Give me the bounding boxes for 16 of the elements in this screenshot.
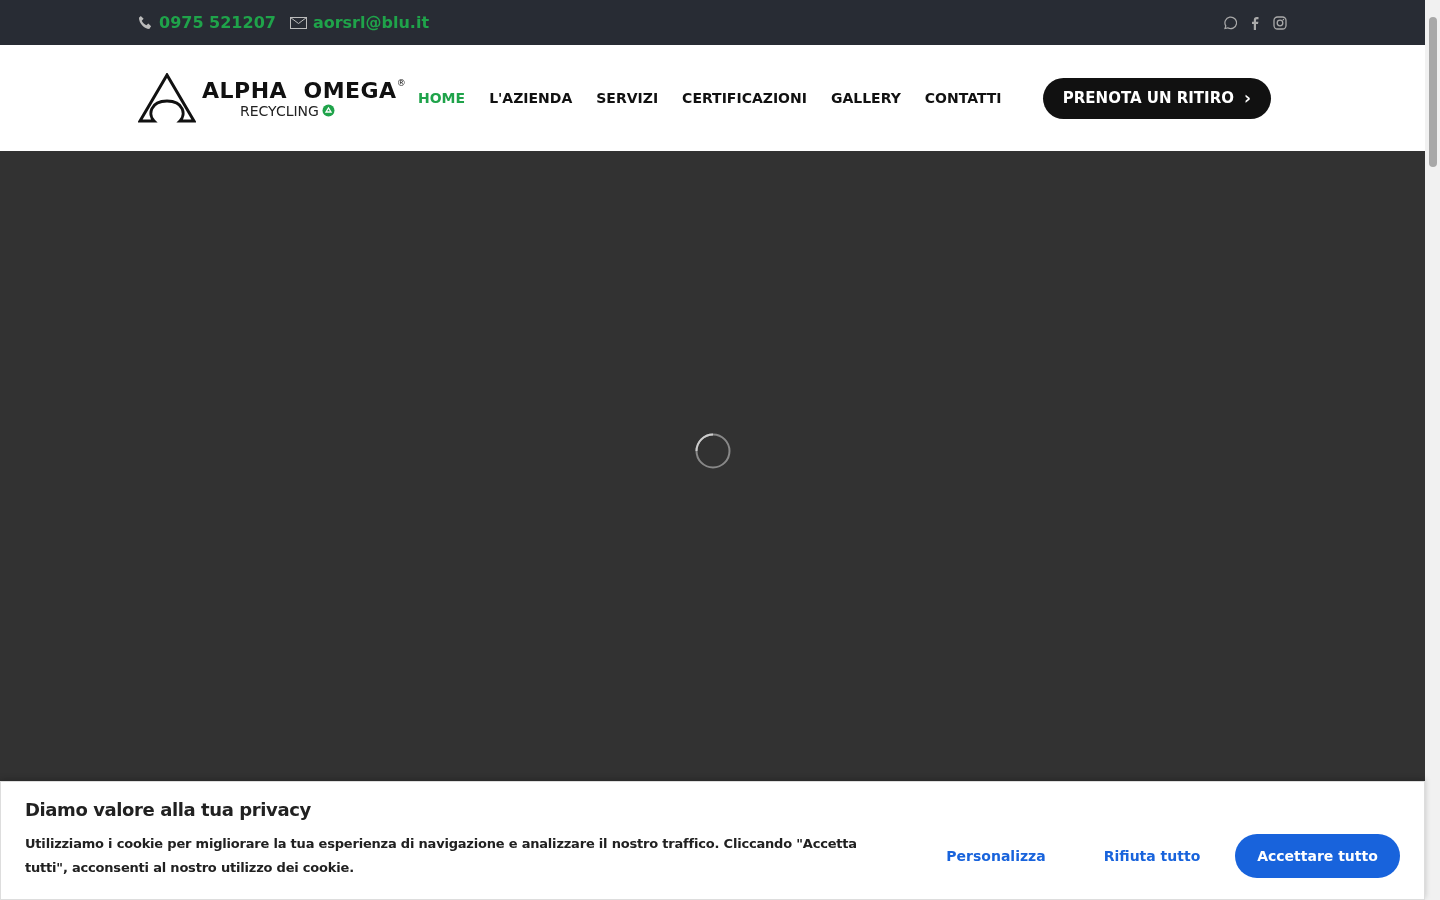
book-pickup-button[interactable]: PRENOTA UN RITIRO › (1042, 77, 1271, 119)
nav-link[interactable]: L'AZIENDA (489, 90, 573, 106)
nav-link[interactable]: GALLERY (830, 90, 901, 106)
cookie-text: Utilizziamo i cookie per migliorare la tua esperienza di navigazione e analizzare il nostro traffico. Cliccando "Accetta tutti", acconsenti al nostro utilizzo dei cookie. (25, 835, 858, 877)
cookie-option-link[interactable]: Personalizza (923, 834, 1069, 878)
logo-tagline: RECYCLING (240, 102, 319, 119)
cookie-title: Diamo valore alla tua privacy (25, 799, 312, 820)
logo-name: ALPHA OMEGA (202, 77, 397, 103)
accept-all-button[interactable]: Accettare tutto (1235, 834, 1400, 878)
nav-link[interactable]: CONTATTI (924, 90, 1002, 106)
phone-link[interactable]: 0975 521207 (159, 13, 276, 32)
cookie-option-link[interactable]: Rifiuta tutto (1079, 834, 1225, 878)
nav-link[interactable]: SERVIZI (596, 90, 659, 106)
email-link[interactable]: aorsrl@blu.it (312, 13, 430, 32)
registered-mark: ® (396, 77, 406, 88)
nav-link[interactable]: CERTIFICAZIONI (682, 90, 807, 106)
